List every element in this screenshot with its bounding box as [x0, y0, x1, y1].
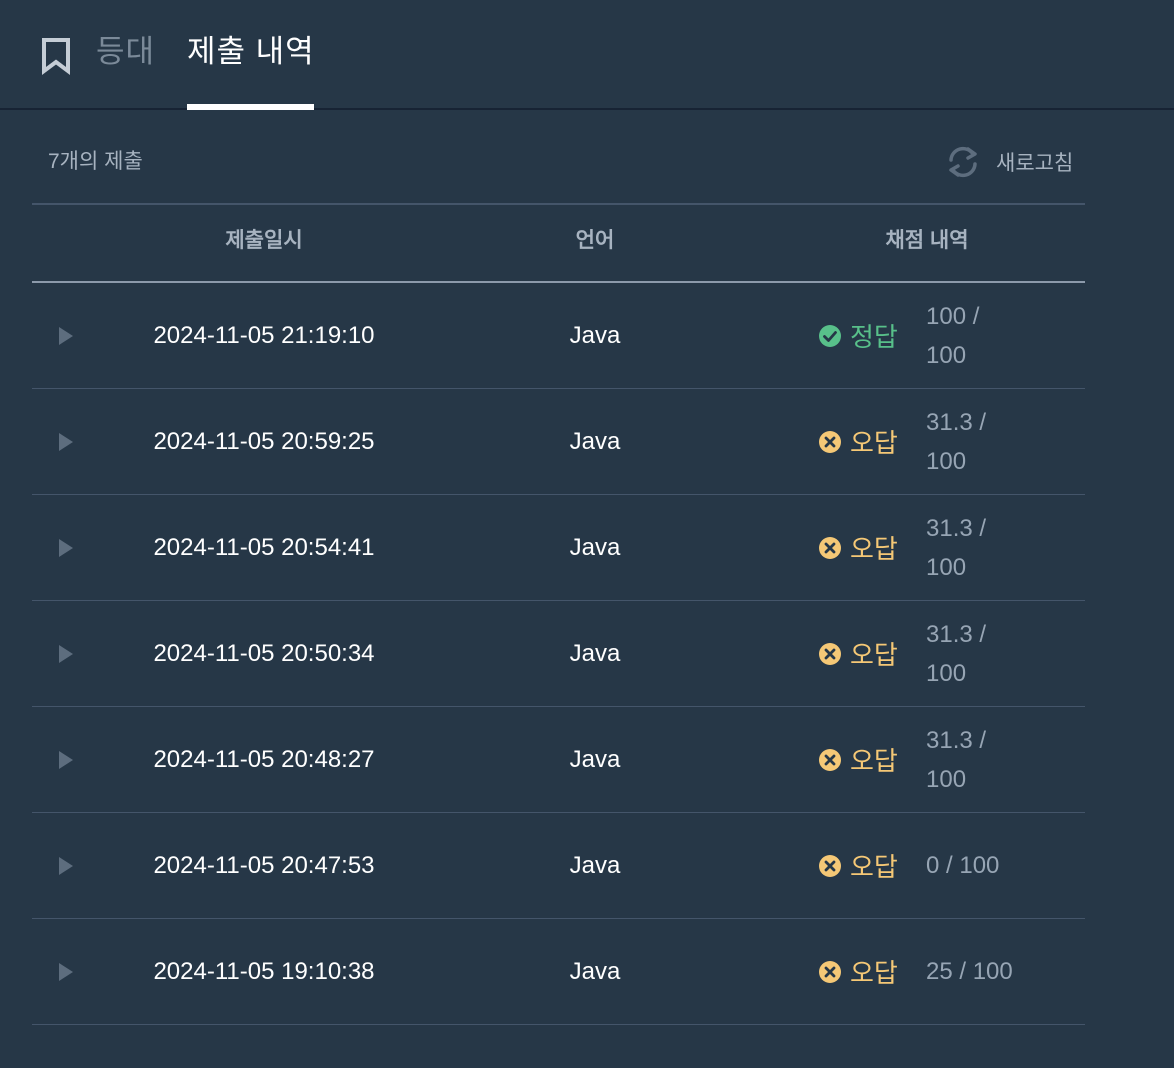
submission-score: 31.3 / 100 [926, 620, 987, 687]
bookmark-icon[interactable] [40, 37, 72, 75]
table-row[interactable]: 2024-11-05 20:54:41 Java 오답 31.3 / 100 [32, 495, 1085, 601]
submission-history-page: 등대 제출 내역 7개의 제출 새로고침 제출일시 언어 채점 내역 2024-… [0, 0, 1174, 1068]
expand-row-icon[interactable] [58, 432, 74, 452]
table-body: 2024-11-05 21:19:10 Java 정답 100 / 100 2024-1… [32, 283, 1085, 1025]
submission-score: 100 / 100 [926, 302, 980, 369]
table-row[interactable]: 2024-11-05 20:59:25 Java 오답 31.3 / 100 [32, 389, 1085, 495]
table-row[interactable]: 2024-11-05 20:48:27 Java 오답 31.3 / 100 [32, 707, 1085, 813]
submission-count: 7개의 제출 [48, 150, 143, 173]
expand-row-icon[interactable] [58, 644, 74, 664]
expand-row-icon[interactable] [58, 856, 74, 876]
status-label: 오답 [850, 746, 898, 776]
column-header-result: 채점 내역 [885, 229, 969, 252]
check-circle-icon [819, 324, 841, 347]
status-label: 오답 [850, 852, 898, 882]
submission-language: Java [569, 322, 621, 349]
active-tab-indicator [187, 104, 314, 110]
column-header-datetime: 제출일시 [225, 229, 303, 252]
tab-submission-history[interactable]: 제출 내역 [187, 30, 315, 74]
submission-datetime: 2024-11-05 20:59:25 [153, 428, 375, 455]
refresh-label: 새로고침 [996, 152, 1074, 175]
expand-row-icon[interactable] [58, 962, 74, 982]
x-circle-icon [819, 642, 841, 665]
submission-language: Java [569, 852, 621, 879]
submission-datetime: 2024-11-05 20:48:27 [153, 746, 375, 773]
table-row[interactable]: 2024-11-05 20:47:53 Java 오답 0 / 100 [32, 813, 1085, 919]
refresh-icon [949, 146, 977, 178]
x-circle-icon [819, 748, 841, 771]
submission-datetime: 2024-11-05 21:19:10 [153, 322, 375, 349]
submission-status: 오답 [818, 919, 898, 1024]
submission-score: 25 / 100 [926, 958, 1013, 985]
status-label: 오답 [850, 534, 898, 564]
submission-status: 정답 [818, 283, 898, 388]
submission-datetime: 2024-11-05 20:50:34 [153, 640, 375, 667]
submission-score: 0 / 100 [926, 852, 1000, 879]
submission-language: Java [569, 534, 621, 561]
submission-table: 제출일시 언어 채점 내역 2024-11-05 21:19:10 Java 정답 1… [32, 203, 1085, 1025]
expand-row-icon[interactable] [58, 750, 74, 770]
submission-datetime: 2024-11-05 20:47:53 [153, 852, 375, 879]
status-label: 오답 [850, 958, 898, 988]
x-circle-icon [819, 960, 841, 983]
submission-status: 오답 [818, 601, 898, 706]
submission-score: 31.3 / 100 [926, 726, 987, 793]
tab-header: 등대 제출 내역 [0, 0, 1174, 110]
submission-score: 31.3 / 100 [926, 408, 987, 475]
status-label: 오답 [850, 428, 898, 458]
submission-datetime: 2024-11-05 20:54:41 [153, 534, 375, 561]
submission-status: 오답 [818, 389, 898, 494]
submission-language: Java [569, 746, 621, 773]
submission-score: 31.3 / 100 [926, 514, 987, 581]
table-row[interactable]: 2024-11-05 20:50:34 Java 오답 31.3 / 100 [32, 601, 1085, 707]
submission-status: 오답 [818, 495, 898, 600]
status-label: 오답 [850, 640, 898, 670]
submission-status: 오답 [818, 707, 898, 812]
tab-lighthouse[interactable]: 등대 [96, 30, 155, 74]
submission-datetime: 2024-11-05 19:10:38 [153, 958, 375, 985]
table-header: 제출일시 언어 채점 내역 [32, 203, 1085, 283]
refresh-button[interactable]: 새로고침 [944, 144, 1073, 180]
column-header-language: 언어 [575, 229, 615, 252]
expand-row-icon[interactable] [58, 538, 74, 558]
table-row[interactable]: 2024-11-05 19:10:38 Java 오답 25 / 100 [32, 919, 1085, 1025]
x-circle-icon [819, 536, 841, 559]
submission-language: Java [569, 428, 621, 455]
table-row[interactable]: 2024-11-05 21:19:10 Java 정답 100 / 100 [32, 283, 1085, 389]
x-circle-icon [819, 854, 841, 877]
submission-language: Java [569, 640, 621, 667]
expand-row-icon[interactable] [58, 326, 74, 346]
x-circle-icon [819, 430, 841, 453]
submission-language: Java [569, 958, 621, 985]
submission-status: 오답 [818, 813, 898, 918]
status-label: 정답 [850, 322, 898, 352]
